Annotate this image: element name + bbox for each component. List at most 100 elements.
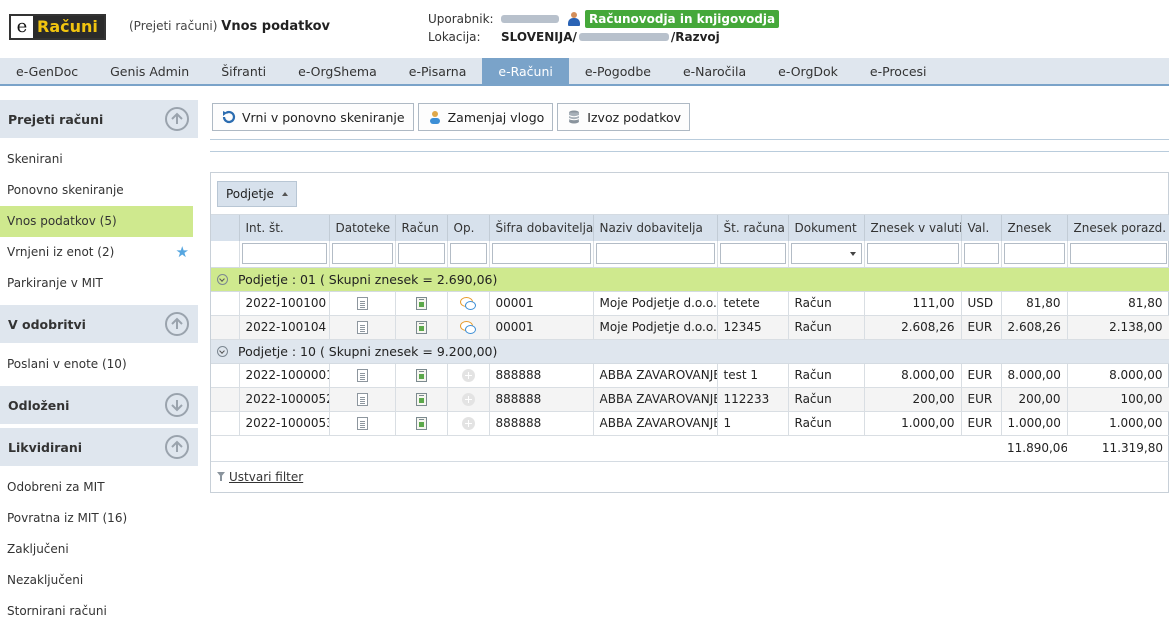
create-filter-link[interactable]: Ustvari filter [229,470,303,484]
expand-down-icon[interactable] [165,393,189,417]
cell-op [447,387,490,412]
filter-racun[interactable] [397,243,445,265]
filter-int-st[interactable] [241,243,327,265]
table-row[interactable]: 2022-1000052 888888 ABBA ZAVAROVANJE 112… [211,387,1169,412]
invoice-icon[interactable] [415,369,427,382]
sidebar-item-parkiranje[interactable]: Parkiranje v MIT [0,268,193,299]
filter-cell [593,241,718,268]
sidebar-section-prejeti[interactable]: Prejeti računi [0,100,198,138]
group-label: Podjetje : 01 ( Skupni znesek = 2.690,06… [238,271,498,287]
group-row[interactable]: Podjetje : 10 ( Skupni znesek = 9.200,00… [211,339,1169,364]
star-icon[interactable]: ★ [176,245,189,260]
sidebar-item-stornirani[interactable]: Stornirani računi [0,596,193,624]
column-val[interactable]: Val. [961,215,1002,241]
tab-e-pogodbe[interactable]: e-Pogodbe [569,58,667,84]
sidebar-item-zakljuceni[interactable]: Zaključeni [0,534,193,565]
rescan-button[interactable]: Vrni v ponovno skeniranje [212,103,414,131]
invoice-icon[interactable] [415,393,427,406]
cell-datoteke [329,291,396,316]
tab-e-procesi[interactable]: e-Procesi [854,58,943,84]
add-comment-icon[interactable] [461,393,475,406]
tab-genis-admin[interactable]: Genis Admin [94,58,205,84]
sidebar-section-odlozeni[interactable]: Odloženi [0,386,198,424]
column-racun[interactable]: Račun [395,215,448,241]
document-icon[interactable] [356,417,368,430]
filter-sifra[interactable] [491,243,591,265]
column-st-racuna[interactable]: Št. računa [717,215,789,241]
column-op[interactable]: Op. [447,215,490,241]
column-znesek[interactable]: Znesek [1001,215,1068,241]
cell-sifra: 888888 [489,387,594,412]
tab-e-racuni[interactable]: e-Računi [482,58,569,84]
tab-e-pisarna[interactable]: e-Pisarna [393,58,483,84]
invoice-grid: Podjetje Int. št. Datoteke Račun Op. Šif… [210,172,1169,493]
collapse-group-icon[interactable] [217,345,228,357]
sidebar-item-poslani[interactable]: Poslani v enote (10) [0,349,193,380]
sidebar-item-label: Vrnjeni iz enot (2) [7,245,115,259]
column-znesek-porazd[interactable]: Znesek porazd. [1067,215,1169,241]
filter-znesek-porazd[interactable] [1069,243,1167,265]
group-cell: Podjetje : 10 ( Skupni znesek = 9.200,00… [211,339,1169,364]
add-comment-icon[interactable] [461,417,475,430]
invoice-icon[interactable] [415,297,427,310]
cell-op [447,291,490,316]
tab-e-gendoc[interactable]: e-GenDoc [0,58,94,84]
group-row[interactable]: Podjetje : 01 ( Skupni znesek = 2.690,06… [211,267,1169,292]
cell-op [447,363,490,388]
filter-naziv[interactable] [595,243,715,265]
filter-val[interactable] [963,243,999,265]
invoice-icon[interactable] [415,417,427,430]
filter-dokument-select[interactable] [790,243,862,265]
sidebar-item-ponovno-skeniranje[interactable]: Ponovno skeniranje [0,175,193,206]
group-chip-podjetje[interactable]: Podjetje [217,181,297,207]
invoice-icon[interactable] [415,321,427,334]
column-datoteke[interactable]: Datoteke [329,215,396,241]
sidebar-item-nezakljuceni[interactable]: Nezaključeni [0,565,193,596]
column-naziv-dobavitelja[interactable]: Naziv dobavitelja [593,215,718,241]
sidebar-item-vrnjeni[interactable]: Vrnjeni iz enot (2) ★ [0,237,193,268]
table-row[interactable]: 2022-1000001 888888 ABBA ZAVAROVANJE tes… [211,363,1169,388]
sidebar-section-v-odobritvi[interactable]: V odobritvi [0,305,198,343]
tab-sifranti[interactable]: Šifranti [205,58,282,84]
comments-icon[interactable] [460,321,476,334]
filter-st-racuna[interactable] [719,243,786,265]
collapse-up-icon[interactable] [165,107,189,131]
sidebar-item-skenirani[interactable]: Skenirani [0,144,193,175]
collapse-up-icon[interactable] [165,312,189,336]
collapse-group-icon[interactable] [217,273,228,285]
cell-racun [395,363,448,388]
sidebar-item-vnos-podatkov[interactable]: Vnos podatkov (5) [0,206,193,237]
sidebar-item-odobreni-mit[interactable]: Odobreni za MIT [0,472,193,503]
column-sifra-dobavitelja[interactable]: Šifra dobavitelja [489,215,594,241]
sidebar-section-likvidirani[interactable]: Likvidirani [0,428,198,466]
column-dokument[interactable]: Dokument [788,215,865,241]
table-row[interactable]: 2022-100100 00001 Moje Podjetje d.o.o. t… [211,291,1169,316]
filter-znesek[interactable] [1003,243,1065,265]
collapse-up-icon[interactable] [165,435,189,459]
document-icon[interactable] [356,369,368,382]
document-icon[interactable] [356,393,368,406]
comments-icon[interactable] [460,297,476,310]
document-icon[interactable] [356,321,368,334]
export-button[interactable]: Izvoz podatkov [557,103,691,131]
row-spacer [211,315,240,340]
filter-datoteke[interactable] [331,243,393,265]
app-logo[interactable]: e Računi [9,14,106,40]
sidebar-item-povratna-mit[interactable]: Povratna iz MIT (16) [0,503,193,534]
filter-op[interactable] [449,243,487,265]
document-icon[interactable] [356,297,368,310]
grid-header: Int. št. Datoteke Račun Op. Šifra dobavi… [211,215,1169,241]
add-comment-icon[interactable] [461,369,475,382]
tab-e-orgdok[interactable]: e-OrgDok [762,58,854,84]
table-row[interactable]: 2022-1000053 888888 ABBA ZAVAROVANJE 1 R… [211,411,1169,436]
table-row[interactable]: 2022-100104 00001 Moje Podjetje d.o.o. 1… [211,315,1169,340]
column-znesek-valuti[interactable]: Znesek v valuti [864,215,962,241]
cell-dokument: Račun [788,411,865,436]
column-int-st[interactable]: Int. št. [239,215,330,241]
filter-znesek-valuti[interactable] [866,243,959,265]
tab-e-orgshema[interactable]: e-OrgShema [282,58,393,84]
tab-e-narocila[interactable]: e-Naročila [667,58,762,84]
replace-role-button[interactable]: Zamenjaj vlogo [417,103,554,131]
cell-znesek-valuti: 8.000,00 [864,363,962,388]
filter-cell [1067,241,1169,268]
